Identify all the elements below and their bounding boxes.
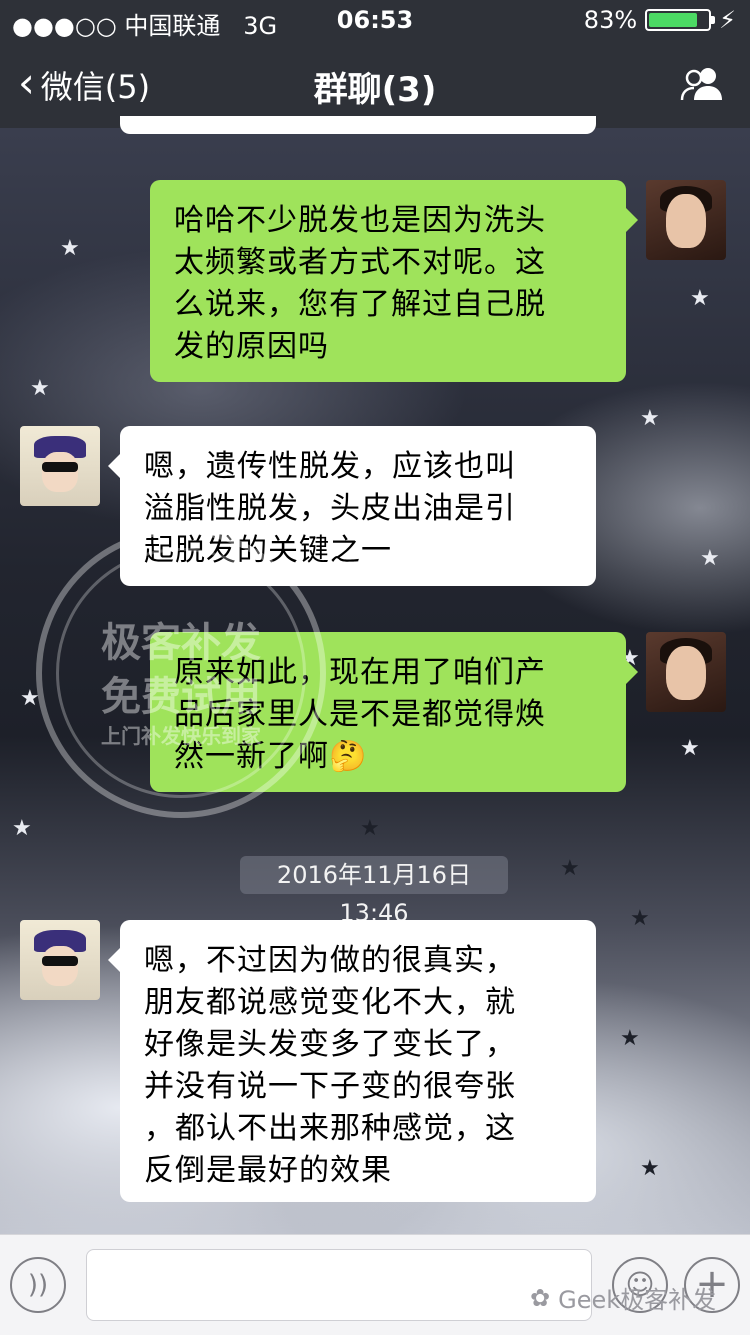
status-bar: ●●●○○ 中国联通 3G 06:53 83% ⚡ xyxy=(0,0,750,40)
background-star: ★ xyxy=(620,1026,640,1051)
message-line: 么说来，您有了解过自己脱 xyxy=(174,287,546,322)
avatar-face xyxy=(666,194,706,248)
bolt-icon: ⚡ xyxy=(719,6,736,34)
message-bubble-received[interactable]: 嗯，不过因为做的很真实， 朋友都说感觉变化不大，就 好像是头发变多了变长了， 并… xyxy=(108,920,596,1202)
background-star: ★ xyxy=(640,406,660,431)
navigation-bar: ‹ 微信(5) 群聊(3) xyxy=(0,40,750,128)
battery-percent: 83% xyxy=(583,6,638,34)
watermark-seal: 极客补发 免费试用 上门补发快乐到家 xyxy=(36,528,326,818)
message-input[interactable] xyxy=(86,1249,592,1321)
message-line: 反倒是最好的效果 xyxy=(144,1153,392,1188)
background-star: ★ xyxy=(690,286,710,311)
background-star: ★ xyxy=(700,546,720,571)
battery-level xyxy=(649,13,697,27)
my-avatar[interactable] xyxy=(646,180,726,260)
avatar-face xyxy=(42,946,78,986)
background-star: ★ xyxy=(30,376,50,401)
watermark-line: 上门补发快乐到家 xyxy=(101,724,261,748)
message-line: 溢脂性脱发，头皮出油是引 xyxy=(144,491,516,526)
message-line: 太频繁或者方式不对呢。这 xyxy=(174,245,546,280)
background-star: ★ xyxy=(680,736,700,761)
contact-avatar[interactable] xyxy=(20,426,100,506)
background-star: ★ xyxy=(640,1156,660,1181)
message-bubble-partial xyxy=(120,116,596,134)
wechat-logo-icon: ✿ xyxy=(530,1283,551,1312)
message-line: ，都认不出来那种感觉，这 xyxy=(144,1111,516,1146)
message-bubble-sent[interactable]: 哈哈不少脱发也是因为洗头 太频繁或者方式不对呢。这 么说来，您有了解过自己脱 发… xyxy=(150,180,638,382)
message-line: 并没有说一下子变的很夸张 xyxy=(144,1069,516,1104)
battery-info: 83% ⚡ xyxy=(584,6,736,34)
background-star: ★ xyxy=(560,856,580,881)
message-line: 发的原因吗 xyxy=(174,329,329,364)
my-avatar[interactable] xyxy=(646,632,726,712)
chat-title: 群聊(3) xyxy=(313,70,437,110)
background-star: ★ xyxy=(60,236,80,261)
background-star: ★ xyxy=(360,816,380,841)
background-star: ★ xyxy=(12,816,32,841)
watermark-line: 免费试用 xyxy=(101,674,261,720)
message-line: 嗯，不过因为做的很真实， xyxy=(144,943,516,978)
watermark-line: 极客补发 xyxy=(101,620,261,666)
message-line: 嗯，遗传性脱发，应该也叫 xyxy=(144,449,516,484)
message-line: 哈哈不少脱发也是因为洗头 xyxy=(174,203,546,238)
contact-avatar[interactable] xyxy=(20,920,100,1000)
battery-icon xyxy=(645,9,716,31)
watermark-footer-text: Geek极客补发 xyxy=(558,1286,717,1314)
voice-button[interactable]: )) xyxy=(10,1257,66,1313)
background-star: ★ xyxy=(630,906,650,931)
group-members-icon[interactable] xyxy=(678,64,726,104)
avatar-glasses xyxy=(42,956,78,966)
message-line: 朋友都说感觉变化不大，就 xyxy=(144,985,516,1020)
message-line: 好像是头发变多了变长了， xyxy=(144,1027,516,1062)
avatar-face xyxy=(666,646,706,700)
thinking-face-emoji: 🤔 xyxy=(329,739,368,774)
avatar-face xyxy=(42,452,78,492)
timestamp-divider: 2016年11月16日 13:46 xyxy=(240,856,508,927)
avatar-glasses xyxy=(42,462,78,472)
footer-watermark: ✿ Geek极客补发 xyxy=(530,1280,716,1315)
voice-icon: )) xyxy=(27,1270,49,1300)
